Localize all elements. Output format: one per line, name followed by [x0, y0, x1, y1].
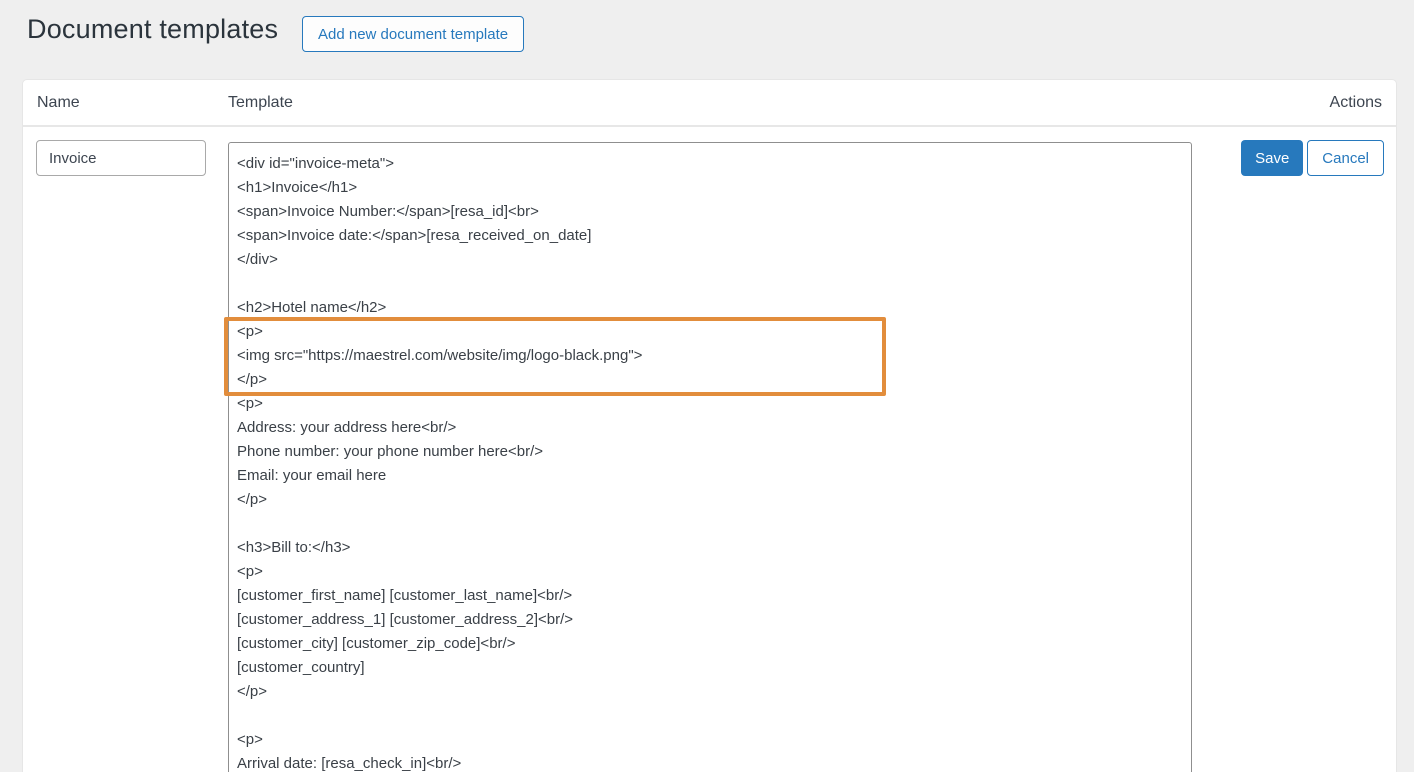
template-cell: <div id="invoice-meta"> <h1>Invoice</h1>… [228, 140, 1192, 772]
cancel-button[interactable]: Cancel [1307, 140, 1384, 176]
document-templates-page: Document templates Add new document temp… [0, 0, 1414, 772]
table-header-row: Name Template Actions [23, 80, 1396, 127]
template-name-input[interactable] [36, 140, 206, 176]
templates-table: Name Template Actions <div id="invoice-m… [23, 80, 1396, 772]
actions-cell: Save Cancel [1192, 140, 1384, 176]
add-new-document-template-button[interactable]: Add new document template [302, 16, 524, 52]
save-button[interactable]: Save [1241, 140, 1303, 176]
template-row: <div id="invoice-meta"> <h1>Invoice</h1>… [23, 127, 1396, 772]
column-header-actions: Actions [1196, 94, 1396, 112]
template-content-textarea[interactable]: <div id="invoice-meta"> <h1>Invoice</h1>… [228, 142, 1192, 772]
column-header-template: Template [228, 94, 1196, 112]
column-header-name: Name [23, 94, 228, 112]
name-cell [36, 140, 228, 176]
page-title: Document templates [27, 14, 278, 45]
